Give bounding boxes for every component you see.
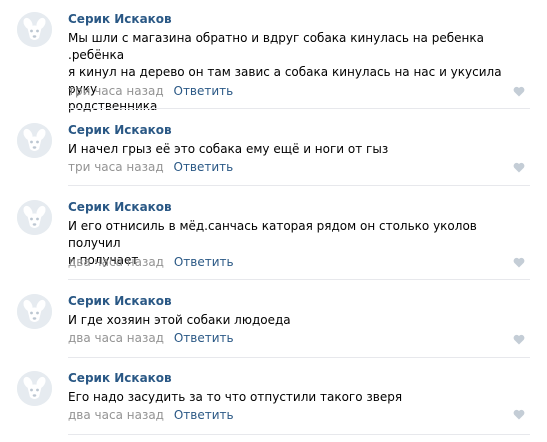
comment-text: Его надо засудить за то что отпустили та…: [68, 389, 530, 406]
comment-time[interactable]: три часа назад: [68, 84, 164, 98]
comment-divider: [68, 434, 530, 435]
comment-author[interactable]: Серик Искаков: [68, 123, 172, 137]
comment-text-line: И начел грыз её это собака ему ещё и ног…: [68, 142, 389, 156]
comment-text: И начел грыз её это собака ему ещё и ног…: [68, 141, 530, 158]
avatar[interactable]: [17, 123, 52, 158]
comment-text-line: Его надо засудить за то что отпустили та…: [68, 390, 403, 404]
comment-divider: [68, 357, 530, 358]
comment-author[interactable]: Серик Искаков: [68, 371, 172, 385]
comment-author[interactable]: Серик Искаков: [68, 200, 172, 214]
comment-text-line: И его отнисиль в мёд.санчась каторая ряд…: [68, 219, 477, 250]
heart-icon[interactable]: [513, 257, 525, 268]
comment-divider: [68, 185, 530, 186]
comment-time[interactable]: два часа назад: [68, 255, 164, 269]
comment-meta: два часа назад Ответить: [68, 408, 234, 422]
reply-button[interactable]: Ответить: [174, 160, 234, 174]
heart-icon[interactable]: [513, 409, 525, 420]
comment-text-line: родственника: [68, 99, 158, 113]
reply-button[interactable]: Ответить: [174, 408, 234, 422]
reply-button[interactable]: Ответить: [174, 255, 234, 269]
comment-time[interactable]: три часа назад: [68, 160, 164, 174]
comment-text-line: И где хозяин этой собаки людоеда: [68, 313, 291, 327]
comment-time[interactable]: два часа назад: [68, 331, 164, 345]
avatar[interactable]: [17, 294, 52, 329]
comment-author[interactable]: Серик Искаков: [68, 294, 172, 308]
comment-list: Серик Искаков Мы шли с магазина обратно …: [0, 0, 547, 442]
comment-meta: два часа назад Ответить: [68, 331, 234, 345]
reply-button[interactable]: Ответить: [174, 331, 234, 345]
reply-button[interactable]: Ответить: [174, 84, 234, 98]
comment-meta: три часа назад Ответить: [68, 160, 233, 174]
comment-text: Мы шли с магазина обратно и вдруг собака…: [68, 30, 530, 115]
comment-divider: [68, 279, 530, 280]
comment-meta: три часа назад Ответить: [68, 84, 233, 98]
heart-icon[interactable]: [513, 162, 525, 173]
avatar[interactable]: [17, 200, 52, 235]
comment-text-line: Мы шли с магазина обратно и вдруг собака…: [68, 31, 484, 62]
comment-author[interactable]: Серик Искаков: [68, 12, 172, 26]
comment-meta: два часа назад Ответить: [68, 255, 234, 269]
avatar[interactable]: [17, 371, 52, 406]
heart-icon[interactable]: [513, 86, 525, 97]
avatar[interactable]: [17, 12, 52, 47]
heart-icon[interactable]: [513, 334, 525, 345]
comment-time[interactable]: два часа назад: [68, 408, 164, 422]
comment-divider: [68, 108, 530, 109]
comment-text: И где хозяин этой собаки людоеда: [68, 312, 530, 329]
